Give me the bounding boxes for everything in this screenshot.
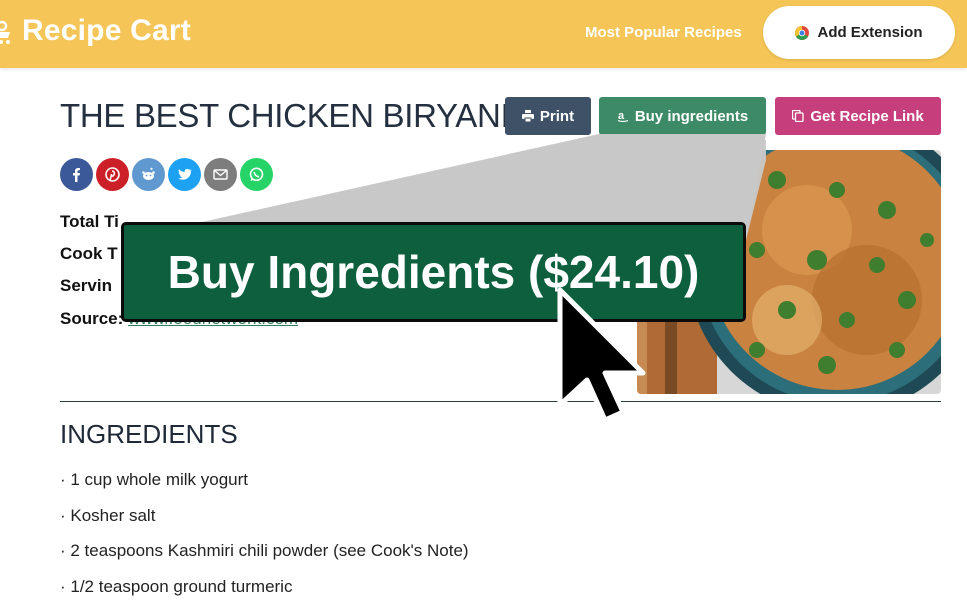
servings-label: Servin (60, 276, 112, 295)
twitter-icon[interactable] (168, 158, 201, 191)
ingredient-item: · 2 teaspoons Kashmiri chili powder (see… (60, 541, 469, 560)
source-label: Source: (60, 309, 124, 328)
whatsapp-icon[interactable] (240, 158, 273, 191)
print-button[interactable]: Print (505, 97, 591, 135)
mouse-pointer-icon (557, 287, 646, 423)
pinterest-icon[interactable] (96, 158, 129, 191)
buy-ingredients-button[interactable]: a Buy ingredients (599, 97, 766, 135)
recipe-title: THE BEST CHICKEN BIRYANI (60, 97, 510, 134)
ingredients-heading: INGREDIENTS (60, 419, 238, 449)
cook-time-label: Cook T (60, 244, 118, 263)
facebook-icon[interactable] (60, 158, 93, 191)
printer-icon (521, 110, 534, 122)
add-extension-label: Add Extension (817, 24, 923, 41)
cart-icon (0, 20, 10, 44)
add-extension-button[interactable]: Add Extension (763, 6, 955, 59)
ingredient-item: · 1/2 teaspoon ground turmeric (60, 577, 293, 596)
get-recipe-link-button[interactable]: Get Recipe Link (775, 97, 941, 135)
amazon-icon: a (617, 110, 629, 122)
buy-ingredients-callout[interactable]: Buy Ingredients ($24.10) (121, 222, 746, 322)
total-time-label: Total Ti (60, 212, 119, 231)
reddit-icon[interactable] (132, 158, 165, 191)
chrome-icon (795, 25, 810, 40)
top-header: Recipe Cart Most Popular Recipes Add Ext… (0, 0, 967, 68)
brand-logo[interactable]: Recipe Cart (0, 14, 191, 48)
ingredient-item: · 1 cup whole milk yogurt (60, 470, 249, 489)
brand-name: Recipe Cart (22, 14, 191, 47)
copy-icon (792, 110, 804, 122)
email-icon[interactable] (204, 158, 237, 191)
social-share-bar (60, 158, 273, 191)
ingredient-item: · Kosher salt (60, 506, 156, 525)
svg-text:a: a (618, 110, 625, 122)
section-divider (60, 401, 941, 402)
print-label: Print (539, 107, 575, 125)
buy-ingredients-label: Buy ingredients (634, 107, 749, 125)
most-popular-link[interactable]: Most Popular Recipes (585, 24, 742, 41)
get-recipe-link-label: Get Recipe Link (810, 107, 924, 125)
